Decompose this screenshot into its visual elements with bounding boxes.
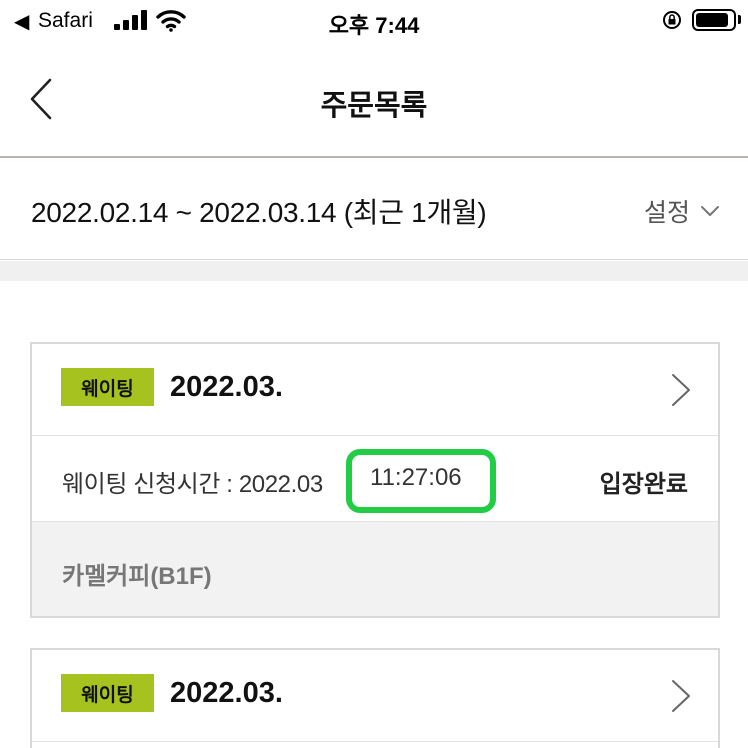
chevron-right-icon[interactable] [670, 372, 692, 408]
order-store-row: 카멜커피(B1F) [32, 522, 718, 616]
time-highlight-box [346, 449, 496, 513]
chevron-right-icon[interactable] [670, 678, 692, 714]
clock: 오후 7:44 [328, 13, 420, 38]
date-range-filter: 2022.02.14 ~ 2022.03.14 (최근 1개월) 설정 [0, 160, 748, 260]
date-range-text: 2022.02.14 ~ 2022.03.14 (최근 1개월) [31, 197, 487, 228]
order-apply-row: 웨이팅 신청시간 : 2022.03 11:27:06 입장완료 [32, 436, 718, 522]
nav-bar: 주문목록 [0, 44, 748, 158]
apply-time-label: 웨이팅 신청시간 : 2022.03 [62, 471, 323, 498]
store-name: 카멜커피(B1F) [62, 563, 212, 590]
order-card[interactable]: 웨이팅 2022.03. [30, 648, 720, 748]
range-setting-label: 설정 [643, 199, 690, 227]
order-date: 2022.03. [170, 677, 283, 709]
order-card[interactable]: 웨이팅 2022.03. 웨이팅 신청시간 : 2022.03 11:27:06… [30, 342, 720, 618]
waiting-badge: 웨이팅 [61, 368, 154, 406]
range-setting-button[interactable]: 설정 [644, 193, 720, 229]
order-date: 2022.03. [170, 371, 283, 403]
chevron-down-icon [701, 206, 719, 216]
order-status: 입장완료 [599, 471, 688, 498]
orientation-lock-icon [663, 11, 681, 29]
status-bar: ◀ Safari 오후 7:44 [0, 0, 748, 44]
section-divider [0, 261, 748, 281]
page-title: 주문목록 [320, 90, 428, 122]
order-card-header[interactable]: 웨이팅 2022.03. [32, 344, 718, 436]
waiting-badge: 웨이팅 [61, 674, 154, 712]
order-card-header[interactable]: 웨이팅 2022.03. [32, 650, 718, 742]
battery-icon [692, 9, 736, 31]
battery-tip [738, 15, 741, 24]
